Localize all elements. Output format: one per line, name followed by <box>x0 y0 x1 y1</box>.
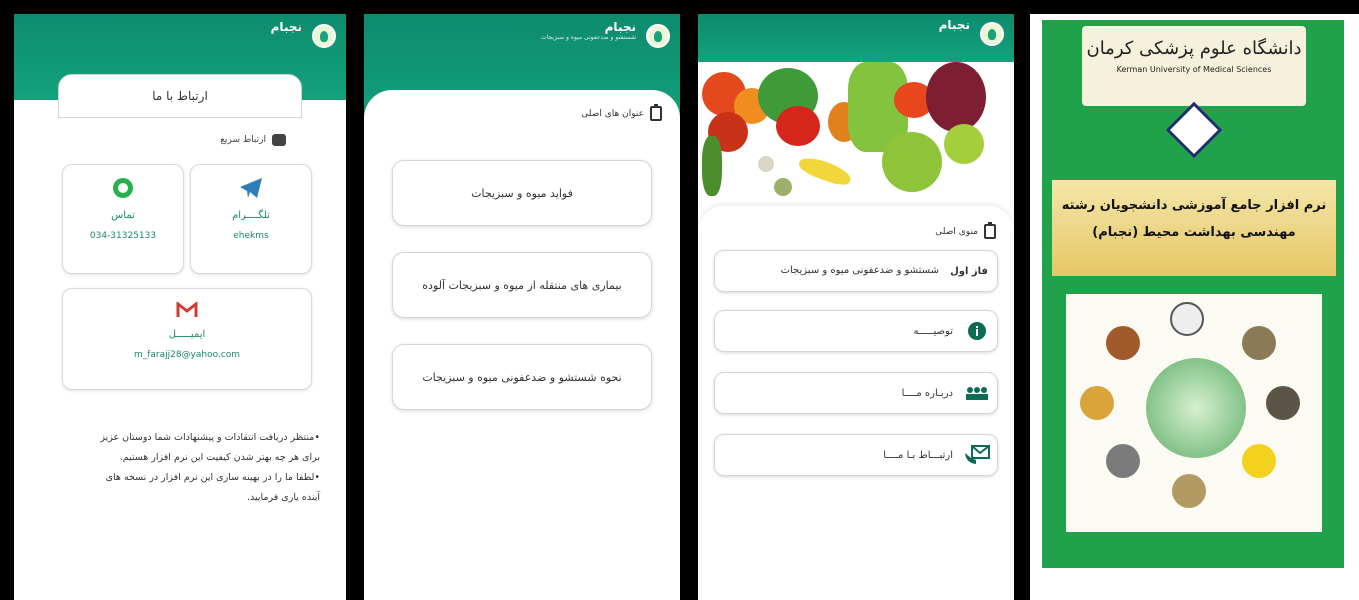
whatsapp-icon <box>63 177 183 204</box>
title-banner: نرم افزار جامع آموزشی دانشجویان رشته مهن… <box>1052 180 1336 276</box>
menu-item-phase-one[interactable]: فاز اول شستشو و ضدعفونی میوه و سبزیجات <box>714 250 998 292</box>
university-banner: دانشگاه علوم پزشکی کرمان Kerman Universi… <box>1082 26 1306 106</box>
telegram-label: تلگــــرام <box>232 210 270 221</box>
team-icon <box>957 373 997 413</box>
app-brand: نجبام <box>271 20 302 34</box>
environment-illustration <box>1066 294 1322 532</box>
menu-item-contact-us[interactable]: ارتبـــاط بـا مــــا <box>714 434 998 476</box>
phone-mail-icon <box>957 435 997 475</box>
app-brand: نجبام <box>939 18 970 32</box>
email-card[interactable]: ایمیـــــل m_farajj28@yahoo.com <box>62 288 312 390</box>
feedback-note: •منتظر دریافت انتقادات و پیشنهادات شما د… <box>44 428 320 508</box>
app-name: نجبام <box>270 20 302 34</box>
gmail-icon <box>63 299 311 323</box>
phone-card[interactable]: تماس 034-31325133 <box>62 164 184 274</box>
title-line: مهندسی بهداشت محیط (نجبام) <box>1092 225 1296 240</box>
section-title: عنوان های اصلی <box>581 108 644 119</box>
note-line: •لطفا ما را در بهینه سازی این نرم افزار … <box>105 472 320 483</box>
splash-screen: دانشگاه علوم پزشکی کرمان Kerman Universi… <box>1030 14 1359 600</box>
menu-item-label: توصیـــــه <box>913 325 953 337</box>
telegram-card[interactable]: تلگــــرام ehekms <box>190 164 312 274</box>
university-name-en: Kerman University of Medical Sciences <box>1116 65 1272 74</box>
page-title: ارتباط با ما <box>58 74 302 118</box>
menu-item-about-us[interactable]: دربـاره مــــا <box>714 372 998 414</box>
app-subtitle: شستشو و ضدعفونی میوه و سبزیجات <box>540 34 636 41</box>
content-panel: عنوان های اصلی فواید میوه و سبزیجات بیما… <box>364 90 680 600</box>
app-header: نجبام <box>698 14 1014 64</box>
app-name: نجبام <box>938 18 970 32</box>
section-title: منوی اصلی <box>935 226 978 237</box>
email-value[interactable]: m_farajj28@yahoo.com <box>63 350 311 360</box>
phone-label: تماس <box>111 210 135 221</box>
title-line: نرم افزار جامع آموزشی دانشجویان رشته <box>1061 198 1327 213</box>
menu-item-recommendation[interactable]: توصیـــــه <box>714 310 998 352</box>
note-line: آینده یاری فرمایید. <box>247 492 320 503</box>
chat-icon <box>272 134 286 146</box>
telegram-icon <box>191 177 311 204</box>
contact-screen: نجبام ارتباط با ما ارتباط سریع تلگــــرا… <box>14 14 346 600</box>
menu-item-benefits[interactable]: فواید میوه و سبزیجات <box>392 160 652 226</box>
quick-link-label: ارتباط سریع <box>220 135 266 145</box>
vegetables-banner-image <box>698 62 1014 210</box>
app-name: نجبام <box>604 20 636 34</box>
app-logo-icon <box>980 22 1004 46</box>
telegram-value[interactable]: ehekms <box>191 231 311 241</box>
menu-item-washing[interactable]: نحوه شستشو و ضدعفونی میوه و سبزیجات <box>392 344 652 410</box>
content-panel: منوی اصلی فاز اول شستشو و ضدعفونی میوه و… <box>698 206 1014 600</box>
note-line: •منتظر دریافت انتقادات و پیشنهادات شما د… <box>100 432 320 443</box>
note-line: برای هر چه بهتر شدن کیفیت این نرم افزار … <box>119 452 320 463</box>
app-logo-icon <box>646 24 670 48</box>
phone-value[interactable]: 034-31325133 <box>63 231 183 241</box>
university-emblem-icon <box>1165 101 1223 159</box>
app-brand: نجبام شستشو و ضدعفونی میوه و سبزیجات <box>541 20 636 41</box>
quick-link-header: ارتباط سریع <box>220 134 286 146</box>
section-header: عنوان های اصلی <box>581 104 662 121</box>
phase-label: فاز اول <box>950 265 988 277</box>
section-header: منوی اصلی <box>935 222 996 239</box>
main-menu-screen: نجبام منوی اصلی فاز اول شستشو و ضدعفونی … <box>698 14 1014 600</box>
menu-item-diseases[interactable]: بیماری های منتقله از میوه و سبزیجات آلود… <box>392 252 652 318</box>
phase-text: شستشو و ضدعفونی میوه و سبزیجات <box>780 265 939 276</box>
main-topics-screen: نجبام شستشو و ضدعفونی میوه و سبزیجات عنو… <box>364 14 680 600</box>
clipboard-icon <box>650 104 662 121</box>
menu-item-label: ارتبـــاط بـا مــــا <box>883 449 953 461</box>
email-label: ایمیـــــل <box>168 329 206 340</box>
app-logo-icon <box>312 24 336 48</box>
clipboard-icon <box>984 222 996 239</box>
info-icon <box>957 311 997 351</box>
menu-item-label: دربـاره مــــا <box>901 387 953 399</box>
university-name-fa: دانشگاه علوم پزشکی کرمان <box>1086 38 1302 59</box>
splash-poster: دانشگاه علوم پزشکی کرمان Kerman Universi… <box>1042 20 1344 568</box>
